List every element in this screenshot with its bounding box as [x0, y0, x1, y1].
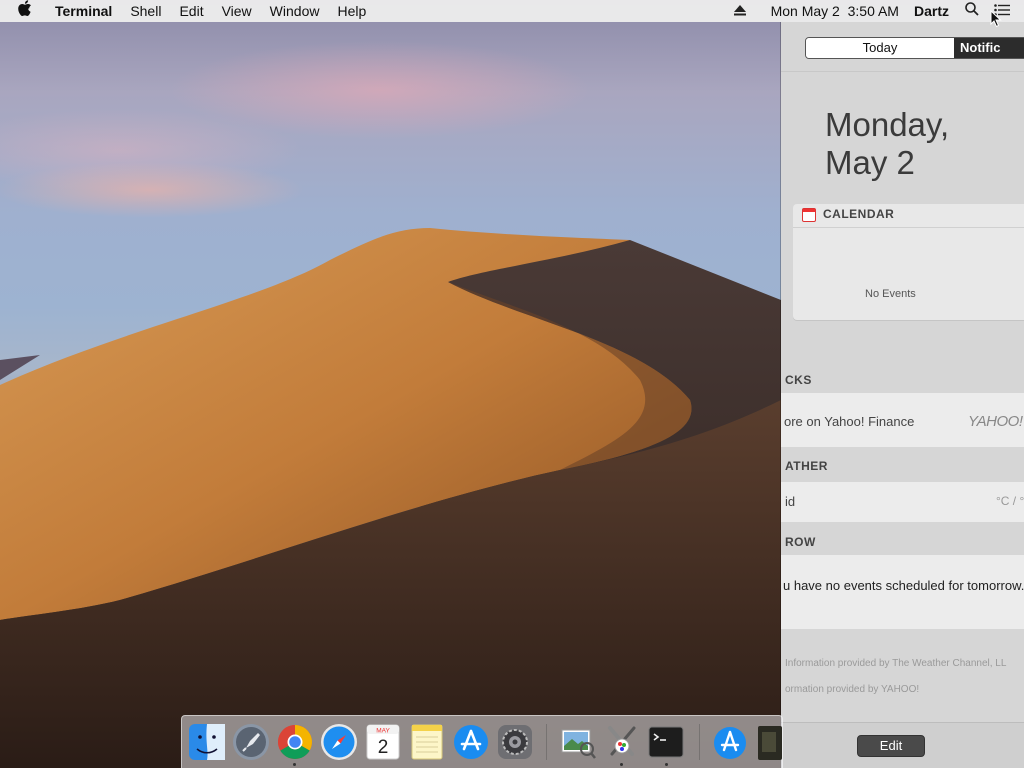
safari-icon — [321, 724, 357, 760]
today-date-heading: Monday, May 2 — [825, 106, 949, 182]
weather-widget — [781, 482, 1024, 522]
dock-app-store[interactable] — [451, 722, 491, 762]
dock-downloads-stack[interactable] — [710, 722, 750, 762]
utilities-icon — [608, 726, 636, 756]
tomorrow-message: u have no events scheduled for tomorrow. — [783, 578, 1024, 593]
preview-icon — [561, 729, 596, 759]
calendar-widget-title: CALENDAR — [823, 207, 895, 221]
dock-utilities[interactable] — [602, 722, 642, 762]
apple-menu[interactable] — [0, 0, 46, 22]
weather-location[interactable]: id — [785, 494, 795, 509]
running-indicator — [293, 763, 296, 766]
calendar-icon: MAY 2 — [366, 724, 400, 760]
tab-today[interactable]: Today — [806, 38, 954, 58]
weather-units-toggle[interactable]: °C / ° — [996, 494, 1024, 508]
divider — [793, 227, 1024, 228]
stocks-yahoo-link[interactable]: ore on Yahoo! Finance — [784, 414, 914, 429]
terminal-icon — [648, 726, 684, 758]
menu-shell[interactable]: Shell — [121, 0, 170, 22]
dock-chrome[interactable] — [275, 722, 315, 762]
system-preferences-icon — [498, 725, 532, 759]
today-notifications-segmented-control: Today Notific — [805, 37, 1024, 59]
menubar-user[interactable]: Dartz — [908, 0, 958, 22]
divider — [781, 71, 1024, 72]
app-store-icon — [454, 725, 488, 759]
dock-separator — [699, 724, 700, 760]
weather-attribution[interactable]: Information provided by The Weather Chan… — [785, 658, 1006, 669]
calendar-no-events: No Events — [865, 288, 916, 300]
dock: MAY 2 — [181, 715, 783, 768]
chrome-icon — [278, 725, 312, 759]
calendar-widget — [793, 204, 1024, 320]
menubar-clock[interactable]: Mon May 2 3:50 AM — [762, 0, 908, 22]
dock-separator — [546, 724, 547, 760]
eject-menu-extra[interactable] — [723, 0, 762, 22]
dock-preview[interactable] — [558, 722, 598, 762]
menu-edit[interactable]: Edit — [170, 0, 212, 22]
dock-calendar[interactable]: MAY 2 — [363, 722, 403, 762]
date-day: May 2 — [825, 144, 915, 181]
eject-icon — [732, 3, 748, 19]
yahoo-attribution[interactable]: ormation provided by YAHOO! — [785, 684, 919, 695]
trash-icon — [758, 726, 782, 760]
dock-finder[interactable] — [187, 722, 227, 762]
dock-trash[interactable] — [754, 722, 782, 762]
notes-icon — [411, 724, 443, 760]
edit-widgets-button[interactable]: Edit — [857, 735, 925, 757]
running-indicator — [620, 763, 623, 766]
app-menu-terminal[interactable]: Terminal — [46, 0, 121, 22]
dock-launchpad[interactable] — [231, 722, 271, 762]
tomorrow-widget-title: ROW — [785, 535, 816, 549]
dock-notes[interactable] — [407, 722, 447, 762]
dock-safari[interactable] — [319, 722, 359, 762]
mouse-cursor-icon — [990, 10, 1002, 28]
launchpad-icon — [233, 724, 269, 760]
spotlight-search-icon — [964, 1, 980, 17]
menu-help[interactable]: Help — [328, 0, 375, 22]
dock-terminal[interactable] — [646, 722, 686, 762]
calendar-icon-day: 2 — [378, 737, 389, 758]
date-weekday: Monday, — [825, 106, 950, 143]
running-indicator — [665, 763, 668, 766]
menu-bar: Terminal Shell Edit View Window Help Mon… — [0, 0, 1024, 22]
yahoo-logo: YAHOO! — [968, 413, 1023, 430]
app-store-downloads-icon — [714, 727, 746, 759]
finder-icon — [189, 724, 225, 760]
stocks-widget-title: CKS — [785, 373, 812, 387]
apple-logo-icon — [18, 0, 31, 17]
calendar-widget-icon — [802, 208, 816, 222]
notification-center-panel: Today Notific Monday, May 2 CALENDAR No … — [781, 22, 1024, 768]
menu-view[interactable]: View — [213, 0, 261, 22]
calendar-icon-month: MAY — [376, 728, 390, 735]
weather-widget-title: ATHER — [785, 459, 828, 473]
menu-window[interactable]: Window — [261, 0, 329, 22]
tab-notifications[interactable]: Notific — [954, 38, 1024, 58]
spotlight-button[interactable] — [958, 0, 986, 22]
dock-system-preferences[interactable] — [495, 722, 535, 762]
